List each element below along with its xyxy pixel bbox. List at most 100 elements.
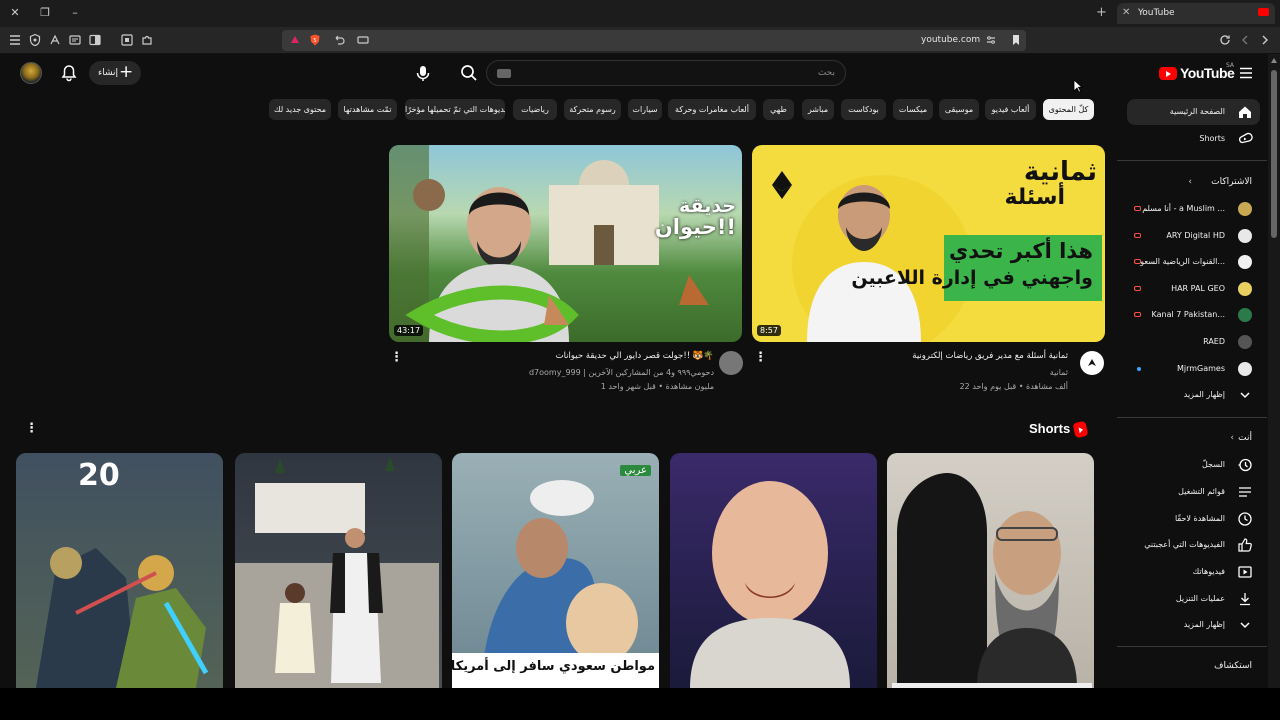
video-channel[interactable]: d7oomy_999 | دحومي٩٩٩ و4 من المشاركين ال…	[529, 368, 714, 377]
chip-live[interactable]: مباشر	[802, 99, 834, 120]
sidebar-item-watch-later[interactable]: المشاهدة لاحقًا	[1127, 506, 1260, 532]
more-options-icon[interactable]: ⋮	[754, 351, 767, 365]
sidebar-subscription[interactable]: أنا مسلم - a Muslim ...	[1127, 196, 1260, 222]
reader-icon[interactable]	[68, 33, 82, 47]
live-indicator-icon	[1134, 233, 1141, 238]
close-window-icon[interactable]: ✕	[8, 6, 22, 20]
channel-avatar[interactable]	[719, 351, 743, 375]
keyboard-icon[interactable]	[497, 69, 511, 78]
subscription-name: ARY Digital HD	[1166, 231, 1225, 240]
chip-math[interactable]: رياضيات	[513, 99, 557, 120]
sidebar-item-label: Shorts	[1199, 134, 1225, 143]
short-thumbnail	[690, 481, 850, 688]
scrollbar-thumb[interactable]	[1271, 70, 1277, 238]
browser-tab-youtube[interactable]: ✕ YouTube	[1117, 3, 1275, 24]
chip-animation[interactable]: رسوم متحركة	[564, 99, 621, 120]
back-icon[interactable]	[1238, 33, 1252, 47]
chip-recently-uploaded[interactable]: الفيديوهات التي تمّ تحميلها مؤخرًا	[405, 99, 505, 120]
channel-avatar[interactable]	[1080, 351, 1104, 375]
sidebar-item-label: قوائم التشغيل	[1178, 487, 1225, 496]
country-code: SA	[1226, 62, 1235, 69]
youtube-logo[interactable]: YouTube SA	[1159, 62, 1235, 84]
create-button[interactable]: إنشاء +	[89, 61, 141, 85]
chip-cooking[interactable]: طهي	[763, 99, 794, 120]
sidebar-item-shorts[interactable]: Shorts	[1127, 126, 1260, 152]
short-overlay-text: مواطن سعودي سافر إلى أمريكا للقاء	[452, 659, 655, 674]
maximize-window-icon[interactable]: ❐	[38, 6, 52, 20]
chip-video-games[interactable]: ألعاب فيديو	[985, 99, 1036, 120]
short-card[interactable]	[235, 453, 442, 688]
voice-search-mic-icon[interactable]	[412, 62, 434, 84]
new-tab-button[interactable]: +	[1096, 5, 1107, 20]
video-thumbnail[interactable]: حديقة حيوان!! 43:17	[389, 145, 742, 342]
short-card[interactable]: 20	[16, 453, 223, 688]
youtube-favicon-icon	[1258, 8, 1269, 16]
sidebar-subscription[interactable]: القنوات الرياضية السعو...	[1127, 249, 1260, 275]
puzzle-icon[interactable]	[140, 33, 154, 47]
chip-new-to-you[interactable]: محتوى جديد لك	[269, 99, 331, 120]
channel-avatar	[1238, 282, 1252, 296]
shorts-more-options-icon[interactable]: ⋮	[25, 422, 38, 436]
sidebar-subscription[interactable]: RAED	[1127, 329, 1260, 355]
short-card[interactable]	[670, 453, 877, 688]
video-channel[interactable]: ثمانية	[1050, 368, 1068, 377]
sidebar-item-liked-videos[interactable]: الفيديوهات التي أعجبتني	[1127, 532, 1260, 558]
sidebar-subscription[interactable]: Kanal 7 Pakistan...	[1127, 302, 1260, 328]
sidebar-subscription[interactable]: ARY Digital HD	[1127, 223, 1260, 249]
guide-menu-icon[interactable]	[1239, 67, 1253, 79]
sidebar-show-more[interactable]: إظهار المزيد	[1127, 612, 1260, 638]
sidebar-toggle-icon[interactable]	[88, 33, 102, 47]
chip-watched[interactable]: تمّت مشاهدتها	[338, 99, 397, 120]
sidebar-item-playlists[interactable]: قوائم التشغيل	[1127, 479, 1260, 505]
menu-icon[interactable]	[8, 33, 22, 47]
video-title[interactable]: جولت قصر دايور الي حديقة حيوانات!! 🐯🌴	[556, 351, 714, 361]
tab-strip-icon[interactable]	[356, 33, 370, 47]
shorts-shelf-title: Shorts	[1029, 421, 1071, 436]
search-placeholder: بحث	[817, 68, 835, 78]
sidebar-item-your-videos[interactable]: فيديوهاتك	[1127, 559, 1260, 585]
chip-cars[interactable]: سيارات	[628, 99, 662, 120]
short-overlay-text: 20	[78, 458, 120, 493]
brave-rewards-icon[interactable]	[288, 33, 302, 47]
chevron-left-icon: ‹	[1188, 177, 1192, 187]
screenshot-icon[interactable]	[120, 33, 134, 47]
search-input[interactable]: بحث	[486, 60, 846, 86]
home-icon	[1237, 104, 1253, 120]
sidebar-show-more[interactable]: إظهار المزيد	[1127, 382, 1260, 408]
tab-close-icon[interactable]: ✕	[1122, 7, 1130, 18]
chip-all[interactable]: كلّ المحتوى	[1043, 99, 1094, 120]
scroll-up-icon[interactable]	[1271, 58, 1277, 63]
more-options-icon[interactable]: ⋮	[390, 351, 403, 365]
search-icon[interactable]	[458, 62, 480, 84]
sidebar-subscription[interactable]: HAR PAL GEO	[1127, 276, 1260, 302]
page-scrollbar[interactable]	[1268, 54, 1280, 688]
sidebar-item-downloads[interactable]: عمليات التنزيل	[1127, 586, 1260, 612]
history-icon	[1237, 457, 1253, 473]
notifications-bell-icon[interactable]	[59, 63, 79, 83]
live-indicator-icon	[1134, 312, 1141, 317]
thumbnail-headline-1: هذا أكبر تحدي	[949, 239, 1093, 263]
brave-shield-icon[interactable]: 5	[308, 33, 322, 47]
site-settings-icon[interactable]	[984, 33, 998, 47]
tab-title: YouTube	[1138, 8, 1175, 18]
sidebar-item-history[interactable]: السجلّ	[1127, 452, 1260, 478]
chip-action-adventure[interactable]: ألعاب مغامرات وحركة	[668, 99, 756, 120]
forward-icon[interactable]	[1258, 33, 1272, 47]
account-avatar[interactable]	[20, 62, 42, 84]
minimize-window-icon[interactable]: –	[68, 6, 82, 20]
chip-podcasts[interactable]: بودكاست	[841, 99, 886, 120]
short-card[interactable]: عربي مواطن سعودي سافر إلى أمريكا للقاء	[452, 453, 659, 688]
address-bar[interactable]: 5 youtube.com	[282, 30, 1026, 51]
bookmark-icon[interactable]	[1009, 33, 1023, 47]
back-arrow-icon[interactable]	[332, 33, 346, 47]
chip-mixes[interactable]: ميكسات	[893, 99, 933, 120]
sidebar-subscription[interactable]: MjrmGames	[1127, 356, 1260, 382]
chip-music[interactable]: موسيقى	[939, 99, 979, 120]
reload-icon[interactable]	[1218, 33, 1232, 47]
shield-icon[interactable]	[28, 33, 42, 47]
extensions-icon[interactable]	[48, 33, 62, 47]
video-thumbnail[interactable]: ثمانية أسئلة هذا أكبر تحدي واجهني في إدا…	[752, 145, 1105, 342]
sidebar-item-home[interactable]: الصفحة الرئيسية	[1127, 99, 1260, 125]
video-title[interactable]: ثمانية أسئلة مع مدير فريق رياضات إلكترون…	[912, 351, 1068, 361]
short-card[interactable]	[887, 453, 1094, 688]
